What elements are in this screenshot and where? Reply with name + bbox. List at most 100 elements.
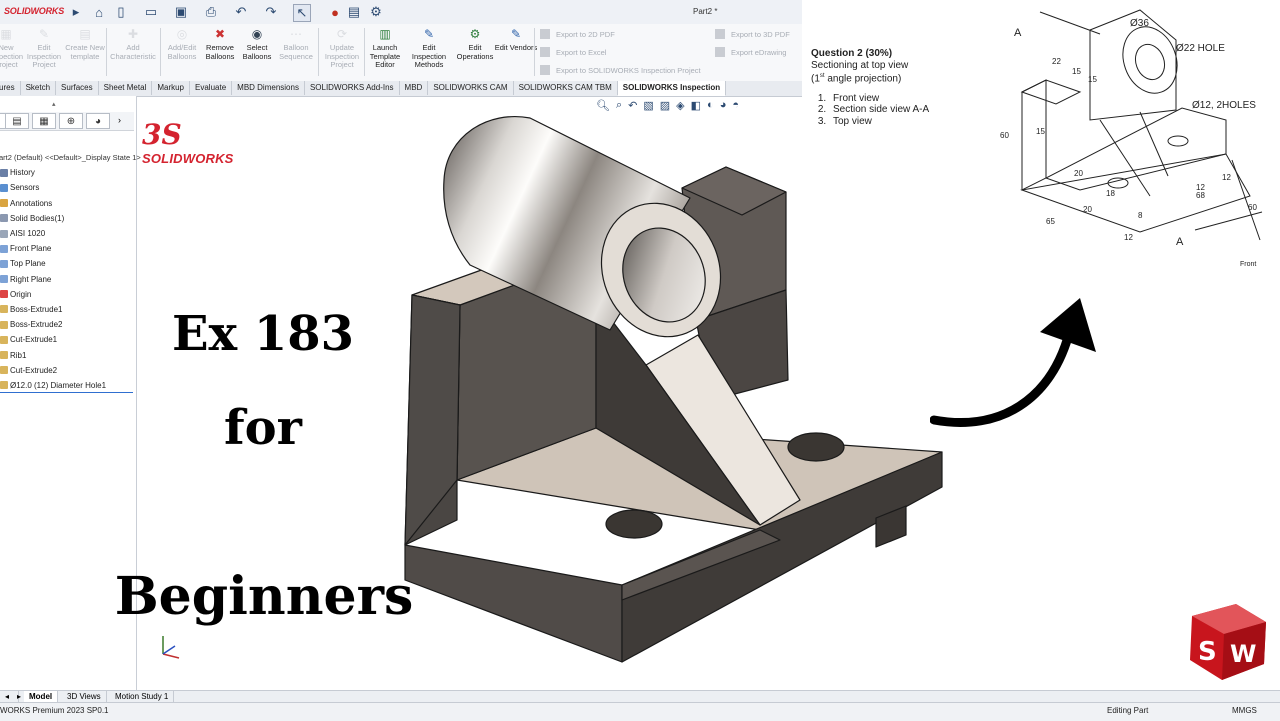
question-line-1: Sectioning at top view [811, 59, 909, 71]
tab-mbd-dimensions[interactable]: MBD Dimensions [232, 81, 305, 95]
extrude-icon [0, 305, 8, 314]
curved-arrow-icon [930, 298, 1096, 427]
collapse-handle-icon[interactable]: ▴ [52, 100, 56, 108]
export-2d-pdf-button[interactable]: Export to 2D PDF [540, 29, 615, 39]
front-label: Front [1240, 261, 1256, 268]
tree-item[interactable]: Cut-Extrude2 [0, 363, 134, 378]
sequence-icon: ⋯ [290, 26, 302, 41]
tree-item[interactable]: Solid Bodies(1) [0, 211, 134, 226]
rebuild-icon[interactable]: ● [327, 4, 343, 20]
status-bar: SOLIDWORKS Premium 2023 SP0.1 Editing Pa… [0, 702, 1280, 721]
select-pointer-icon[interactable]: ↖ [293, 4, 311, 22]
solid-bodies-icon [0, 214, 8, 223]
tab-solidworks-cam-tbm[interactable]: SOLIDWORKS CAM TBM [514, 81, 618, 95]
solidworks-small-logo: SOLIDWORKS [4, 6, 64, 16]
tab-surfaces[interactable]: Surfaces [56, 81, 99, 95]
units-selector[interactable]: MMGS [1232, 706, 1257, 715]
dimxpert-tab-icon[interactable]: ⊕ [59, 113, 83, 129]
tree-item-label: History [10, 168, 35, 178]
tree-item-label: Solid Bodies(1) [10, 213, 65, 223]
tab-features[interactable]: Features [0, 81, 21, 95]
tree-item-label: Ø12.0 (12) Diameter Hole1 [10, 380, 107, 390]
tree-item[interactable]: Annotations [0, 196, 134, 211]
tree-item[interactable]: Origin [0, 287, 134, 302]
redo-icon[interactable]: ↷ [263, 4, 279, 20]
cut-icon [0, 335, 8, 344]
configuration-manager-tab-icon[interactable]: ▦ [32, 113, 56, 129]
more-tabs-icon[interactable]: › [118, 115, 121, 125]
dim-15c: 15 [1036, 127, 1045, 136]
solidworks-brand-logo: 3S SOLIDWORKS [142, 118, 234, 166]
ribbon-button-update-inspection-project[interactable]: ⟳ Update Inspection Project [320, 26, 364, 78]
export-3d-pdf-button[interactable]: Export to 3D PDF [715, 29, 790, 39]
home-icon[interactable]: ⌂ [91, 4, 107, 20]
new-document-icon[interactable]: ▯ [113, 4, 129, 20]
overlay-title-for: for [224, 400, 302, 456]
sw-letter-s: S [1198, 637, 1217, 667]
expand-menu-icon[interactable]: ▸ [68, 4, 84, 20]
ribbon-button-add-characteristic[interactable]: ✚ Add Characteristic [110, 26, 156, 78]
ribbon-button-edit-inspection-methods[interactable]: ✎ Edit Inspection Methods [407, 26, 451, 78]
tab-evaluate[interactable]: Evaluate [190, 81, 233, 95]
rollback-bar[interactable] [0, 392, 133, 393]
plane-icon [0, 244, 8, 253]
ribbon-button-launch-template-editor[interactable]: ▥ Launch Template Editor [363, 26, 407, 78]
tree-item[interactable]: Rib1 [0, 347, 134, 362]
tree-item[interactable]: Front Plane [0, 241, 134, 256]
tree-item[interactable]: History [0, 165, 134, 180]
tab-solidworks-inspection[interactable]: SOLIDWORKS Inspection [617, 81, 727, 96]
tree-item[interactable]: Boss-Extrude2 [0, 317, 134, 332]
options-gear-icon[interactable]: ⚙ [368, 4, 384, 20]
extrude-icon [0, 320, 8, 329]
tree-item[interactable]: Boss-Extrude1 [0, 302, 134, 317]
tree-item[interactable]: Cut-Extrude1 [0, 332, 134, 347]
tree-item[interactable]: Ø12.0 (12) Diameter Hole1 [0, 378, 134, 393]
tab-mbd[interactable]: MBD [400, 81, 429, 95]
tree-item[interactable]: Right Plane [0, 272, 134, 287]
file-properties-icon[interactable]: ▤ [346, 4, 362, 20]
dim-12c: 12 [1196, 183, 1205, 192]
tree-root[interactable]: Part2 (Default) <<Default>_Display State… [0, 150, 141, 165]
export-excel-button[interactable]: Export to Excel [540, 47, 606, 57]
part-3d-model [404, 116, 943, 663]
pdf-3d-icon [715, 29, 725, 39]
operations-icon: ⚙ [469, 26, 481, 41]
dim-12b: 12 [1222, 173, 1231, 182]
dim-15b: 15 [1088, 75, 1097, 84]
undo-icon[interactable]: ↶ [233, 4, 249, 20]
tab-sheet-metal[interactable]: Sheet Metal [99, 81, 153, 95]
coordinate-triad-icon [162, 636, 180, 659]
tree-item[interactable]: AISI 1020 [0, 226, 134, 241]
status-mode: Editing Part [1107, 706, 1149, 715]
question-panel: Question 2 (30%) Sectioning at top view … [811, 48, 991, 127]
ribbon-button-select-balloons[interactable]: ◉ Select Balloons [235, 26, 279, 78]
question-item: Top view [829, 116, 991, 128]
balloon-icon: ◎ [176, 26, 188, 41]
export-inspection-project-button[interactable]: Export to SOLIDWORKS Inspection Project [540, 65, 701, 75]
print-icon[interactable]: ⎙ [203, 4, 219, 20]
tab-markup[interactable]: Markup [152, 81, 191, 95]
tree-item[interactable]: Sensors [0, 180, 134, 195]
solidworks-logo-text: SOLIDWORKS [142, 151, 234, 166]
property-manager-tab-icon[interactable]: ▤ [5, 113, 29, 129]
tree-item-label: Origin [10, 289, 32, 299]
ribbon-button-edit-operations[interactable]: ⚙ Edit Operations [453, 26, 497, 78]
tree-item[interactable]: Top Plane [0, 256, 134, 271]
export-edrawing-button[interactable]: Export eDrawing [715, 47, 786, 57]
tab-sketch[interactable]: Sketch [21, 81, 57, 95]
question-list: Front view Section side view A-A Top vie… [811, 93, 991, 128]
tab-solidworks-add-ins[interactable]: SOLIDWORKS Add-Ins [305, 81, 400, 95]
tree-item-label: Front Plane [10, 244, 52, 254]
display-manager-tab-icon[interactable]: ◕ [86, 113, 110, 129]
ribbon-button-edit-inspection-project[interactable]: ✎ Edit Inspection Project [22, 26, 66, 78]
tab-solidworks-cam[interactable]: SOLIDWORKS CAM [428, 81, 514, 95]
dim-12a: 12 [1124, 233, 1133, 242]
template-editor-icon: ▥ [379, 26, 391, 41]
tree-item-label: Right Plane [10, 274, 52, 284]
ribbon-button-balloon-sequence[interactable]: ⋯ Balloon Sequence [274, 26, 318, 78]
ribbon-button-create-template[interactable]: ▤ Create New template [63, 26, 107, 78]
ribbon-button-edit-vendors[interactable]: ✎ Edit Vendors [494, 26, 538, 78]
save-icon[interactable]: ▣ [173, 4, 189, 20]
dim-18: 18 [1106, 189, 1115, 198]
open-folder-icon[interactable]: ▭ [143, 4, 159, 20]
